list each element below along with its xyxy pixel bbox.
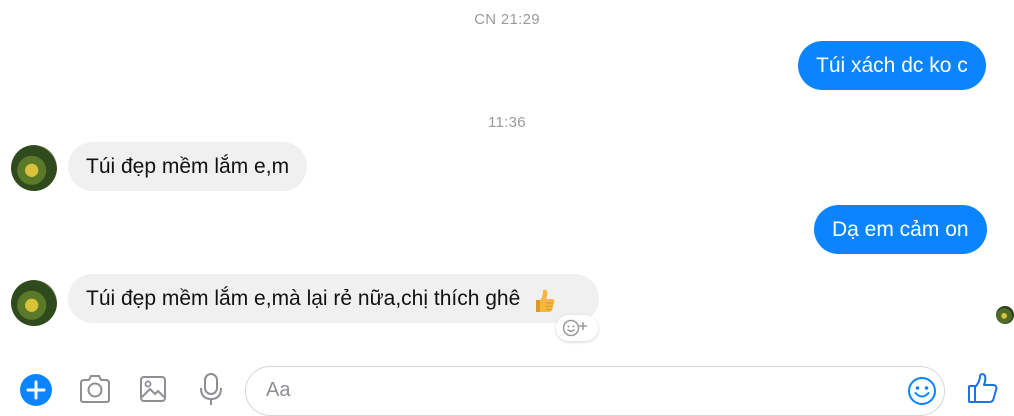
microphone-icon[interactable]: [199, 372, 223, 411]
avatar[interactable]: [11, 145, 57, 191]
add-reaction-button[interactable]: [556, 315, 598, 341]
message-bubble-outgoing[interactable]: Dạ em cảm on: [814, 205, 987, 254]
timestamp: CN 21:29: [474, 11, 540, 28]
message-bubble-incoming[interactable]: Túi đẹp mềm lắm e,mà lại rẻ nữa,chị thíc…: [68, 274, 599, 323]
message-text: Túi đẹp mềm lắm e,mà lại rẻ nữa,chị thíc…: [86, 287, 521, 310]
thumbs-up-emoji-icon: [530, 283, 556, 313]
timestamp: 11:36: [488, 114, 526, 131]
message-bubble-incoming[interactable]: Túi đẹp mềm lắm e,m: [68, 142, 308, 191]
message-input-placeholder: Aa: [266, 379, 291, 401]
message-bubble-outgoing[interactable]: Túi xách dc ko c: [798, 41, 986, 90]
image-icon[interactable]: [139, 375, 167, 408]
plus-icon[interactable]: [20, 374, 52, 411]
seen-avatar: [996, 306, 1014, 324]
thumbs-up-icon[interactable]: [967, 372, 999, 409]
avatar[interactable]: [11, 280, 57, 326]
message-input[interactable]: Aa: [245, 366, 945, 416]
camera-icon[interactable]: [78, 374, 112, 409]
emoji-icon[interactable]: [907, 376, 937, 411]
emoji-plus-icon: [562, 319, 592, 342]
